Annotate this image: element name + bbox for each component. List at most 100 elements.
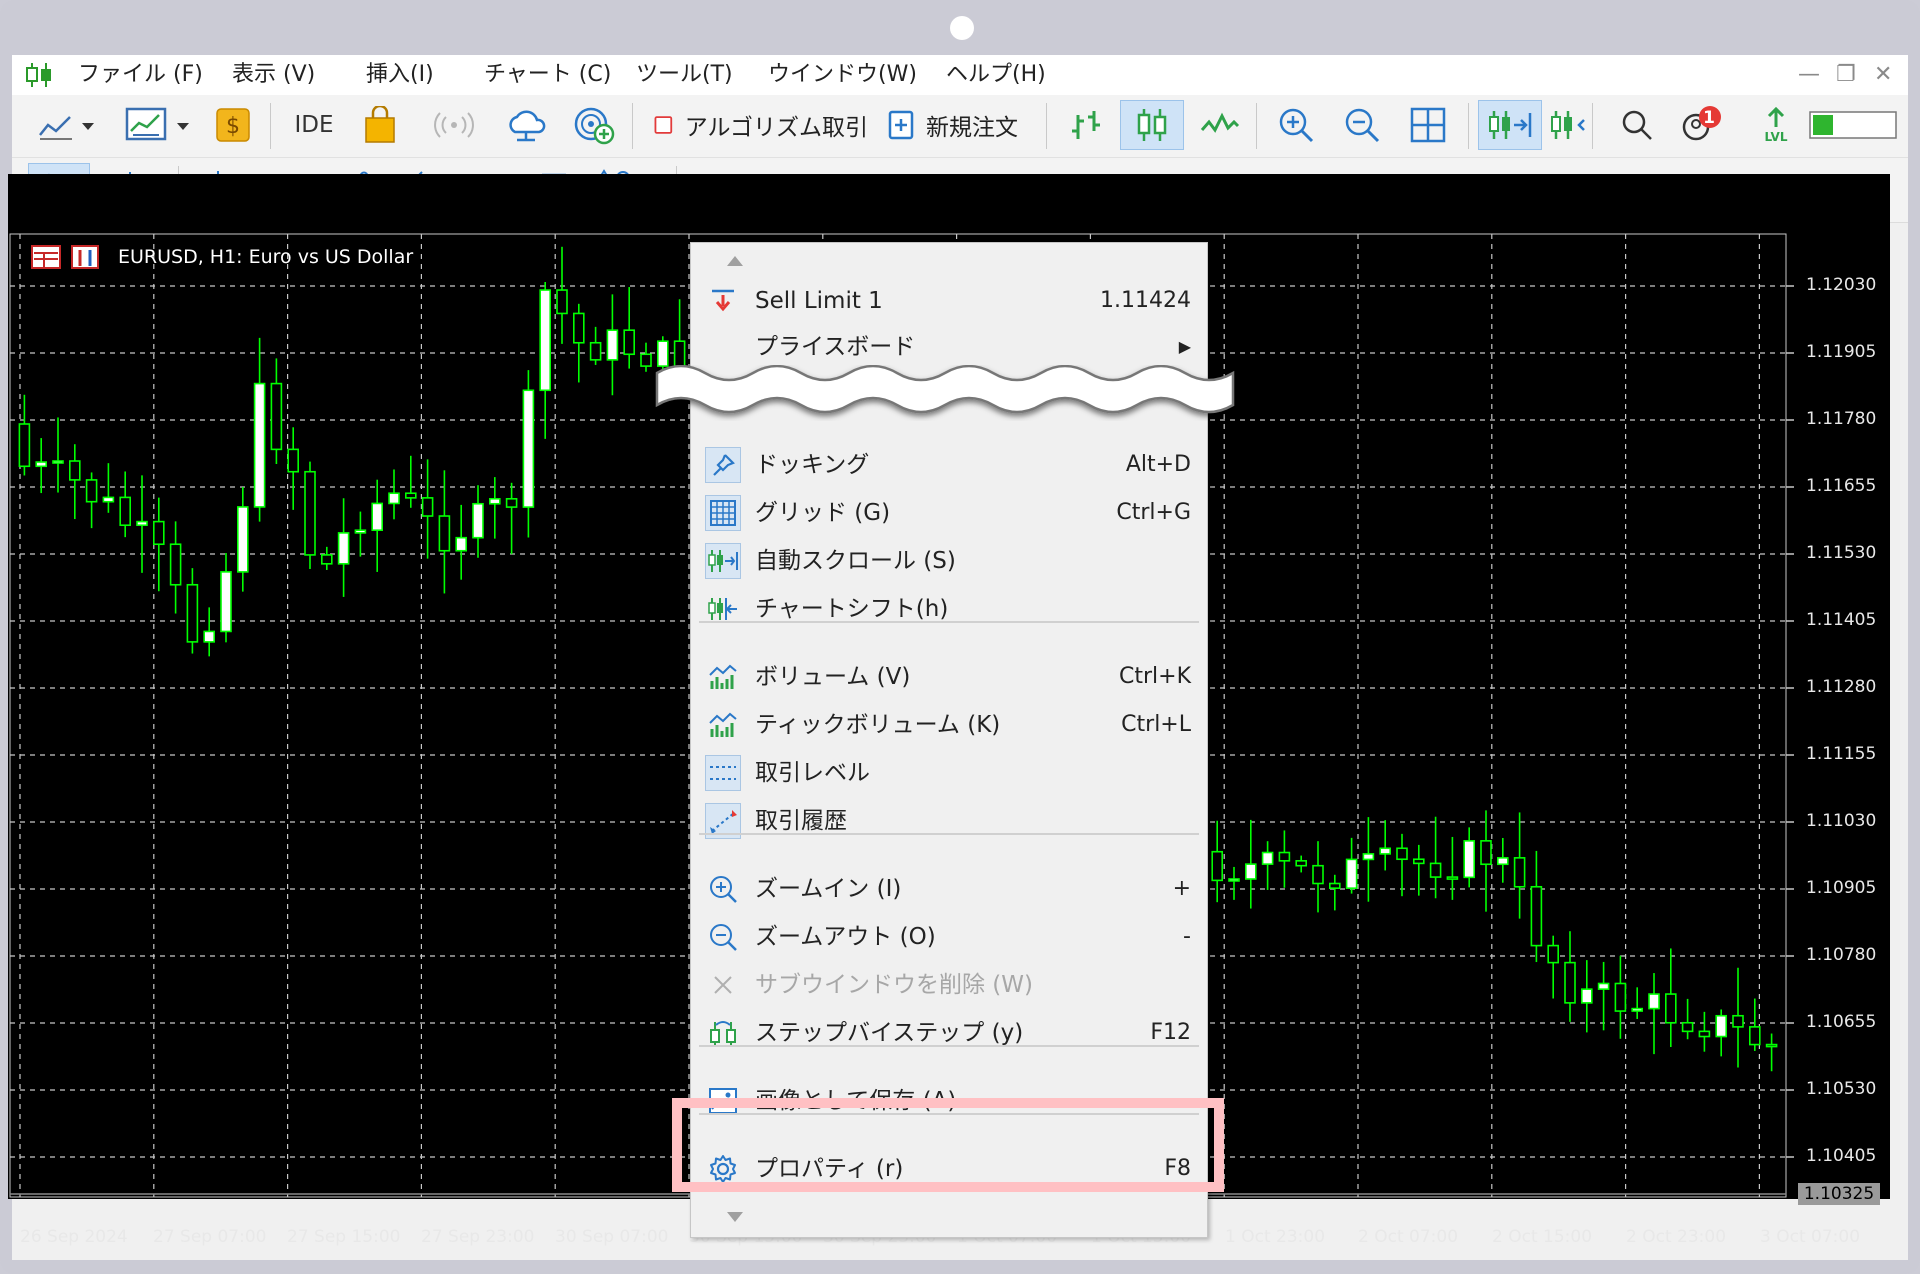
candle-body (320, 554, 333, 565)
menu-item-shortcut: Ctrl+K (1118, 664, 1191, 689)
candle-body (1681, 1021, 1694, 1033)
menu-item-label: 取引履歴 (755, 808, 847, 834)
menu-item-price-board[interactable]: プライスボード ▶ (691, 325, 1207, 369)
candlestick-icon (1137, 109, 1167, 141)
main-toolbar: $ IDE アルゴリズム取引 新規注文 1 LVL (12, 95, 1908, 158)
price-tick-label: 1.11030 (1806, 811, 1877, 831)
market-button[interactable] (354, 100, 406, 150)
menu-view[interactable]: 表示 (V) (232, 59, 315, 91)
autoscroll-button[interactable] (1478, 100, 1542, 150)
menu-item-zoom-out[interactable]: ズームアウト (O) - (691, 915, 1207, 959)
deposit-button[interactable]: $ (208, 100, 258, 150)
algo-trading-button[interactable]: アルゴリズム取引 (644, 100, 868, 150)
chart-title: EURUSD, H1: Euro vs US Dollar (118, 246, 414, 268)
candle-body (1211, 850, 1223, 882)
level-progress (1808, 100, 1898, 150)
signals-button[interactable] (424, 100, 484, 150)
candle-body (1379, 847, 1391, 855)
menu-item-shortcut: + (1172, 876, 1191, 901)
time-tick-label: 3 Oct 07:00 (1760, 1227, 1861, 1247)
svg-text:LVL: LVL (1765, 130, 1788, 144)
candle-body (35, 461, 48, 468)
level-progress-bar (1809, 111, 1897, 139)
candle-body (438, 515, 451, 552)
zoom-out-button[interactable] (1334, 100, 1390, 150)
candle-body (1698, 1030, 1711, 1038)
candle-body (1245, 863, 1257, 880)
candle-body (488, 498, 501, 505)
tile-windows-button[interactable] (1400, 100, 1456, 150)
zoom-in-button[interactable] (1268, 100, 1324, 150)
zoom-out-icon (705, 919, 741, 955)
globe-add-icon (574, 107, 615, 145)
restore-button[interactable]: ❐ (1836, 59, 1856, 91)
line-chart-button[interactable] (1190, 100, 1250, 150)
time-tick-label: 2 Oct 07:00 (1358, 1227, 1459, 1247)
menu-separator (699, 1045, 1199, 1047)
community-button[interactable] (564, 100, 624, 150)
price-tick-label: 1.11155 (1806, 744, 1877, 764)
chart-shift-button[interactable] (1546, 100, 1590, 150)
candle-body (1513, 857, 1526, 888)
menu-item-volume[interactable]: ボリューム (V) Ctrl+K (691, 655, 1207, 699)
chart-type-button[interactable] (34, 100, 98, 150)
scroll-up-arrow-icon[interactable] (725, 253, 745, 272)
toolbar-separator (1256, 103, 1257, 149)
notification-badge: 1 (1703, 108, 1715, 128)
menu-item-trade-levels[interactable]: 取引レベル (691, 751, 1207, 795)
price-board-label: プライスボード (755, 334, 916, 360)
candle-body (1480, 840, 1492, 866)
menu-item-step-by-step[interactable]: ステップバイステップ (y) F12 (691, 1011, 1207, 1055)
menubar: ファイル (F) 表示 (V) 挿入(I) チャート (C) ツール(T) ウイ… (12, 55, 1908, 95)
menu-insert[interactable]: 挿入(I) (366, 59, 434, 91)
menu-item-label: ズームイン (I) (755, 876, 902, 902)
menu-item-sell-limit[interactable]: Sell Limit 1 1.11424 (691, 279, 1207, 323)
price-tick-label: 1.11655 (1806, 476, 1877, 496)
menu-item-chart-shift[interactable]: チャートシフト(h) (691, 587, 1207, 631)
candle-body (68, 460, 81, 481)
time-tick-label: 1 Oct 23:00 (1225, 1227, 1326, 1247)
new-order-button[interactable]: 新規注文 (878, 100, 1038, 150)
candle-body (589, 341, 602, 361)
candle-body (169, 543, 182, 586)
candle-body (18, 423, 31, 468)
search-button[interactable] (1612, 100, 1662, 150)
candle-body (287, 448, 300, 473)
minimize-button[interactable]: — (1798, 59, 1820, 91)
close-button[interactable]: ✕ (1874, 59, 1892, 91)
bar-chart-button[interactable] (1058, 100, 1114, 150)
menu-item-trade-history[interactable]: 取引履歴 (691, 799, 1207, 843)
menu-file[interactable]: ファイル (F) (78, 59, 203, 91)
ide-button[interactable]: IDE (284, 100, 344, 150)
account-button[interactable]: 1 (1672, 100, 1732, 150)
tile-windows-icon (1410, 107, 1446, 143)
menu-item-shortcut: Ctrl+L (1121, 712, 1191, 737)
menu-item-autoscroll[interactable]: 自動スクロール (S) (691, 539, 1207, 583)
indicator-button[interactable] (120, 100, 202, 150)
menu-item-tick-volume[interactable]: ティックボリューム (K) Ctrl+L (691, 703, 1207, 747)
menu-item-grid[interactable]: グリッド (G) Ctrl+G (691, 491, 1207, 535)
current-price-label: 1.10325 (1798, 1183, 1880, 1205)
menu-item-shortcut: - (1183, 924, 1191, 949)
menu-tools[interactable]: ツール(T) (636, 59, 733, 91)
menu-help[interactable]: ヘルプ(H) (946, 59, 1046, 91)
candlestick-button[interactable] (1120, 100, 1184, 150)
scroll-down-arrow-icon[interactable] (725, 1209, 745, 1228)
menu-chart[interactable]: チャート (C) (484, 59, 611, 91)
menu-item-docking[interactable]: ドッキング Alt+D (691, 443, 1207, 487)
zoom-in-icon (1279, 108, 1314, 143)
menu-item-delete-subwindow[interactable]: サブウインドウを削除 (W) (691, 963, 1207, 1007)
menu-item-label: 自動スクロール (S) (755, 548, 956, 574)
candle-body (1295, 860, 1307, 867)
level-button[interactable]: LVL (1754, 100, 1798, 150)
menu-window[interactable]: ウインドウ(W) (768, 59, 917, 91)
candle-body (640, 353, 652, 367)
candle-body (1715, 1014, 1727, 1038)
wave-break-decoration (655, 365, 1235, 414)
menu-item-label: グリッド (G) (755, 500, 891, 526)
vps-button[interactable] (496, 100, 556, 150)
zoom-out-icon (1345, 108, 1380, 143)
toolbar-separator (1468, 103, 1469, 149)
menu-item-zoom-in[interactable]: ズームイン (I) + (691, 867, 1207, 911)
price-tick-label: 1.11280 (1806, 677, 1877, 697)
